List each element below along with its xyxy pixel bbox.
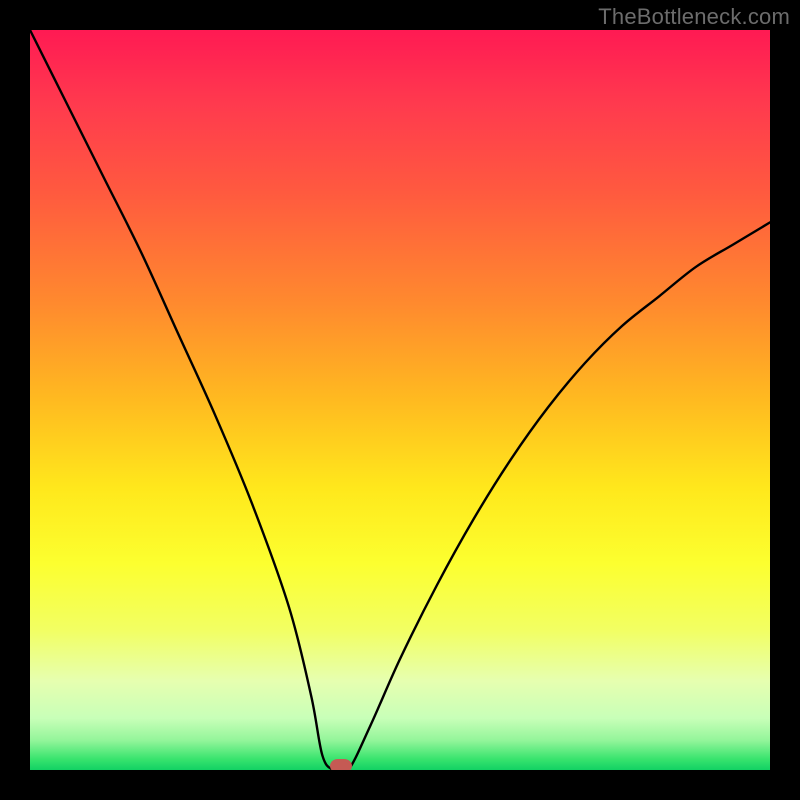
watermark-text: TheBottleneck.com — [598, 4, 790, 30]
bottleneck-curve — [30, 30, 770, 770]
optimal-point-marker — [330, 759, 352, 770]
chart-container: TheBottleneck.com — [0, 0, 800, 800]
plot-area — [30, 30, 770, 770]
